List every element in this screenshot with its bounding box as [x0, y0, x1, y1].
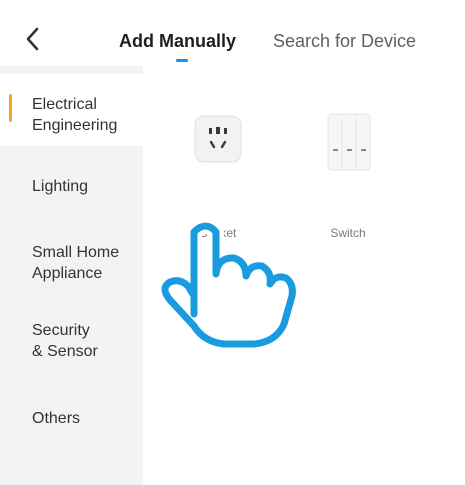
sidebar-item-label: Small Home Appliance [32, 244, 120, 282]
device-label: Switch [330, 226, 366, 240]
pointing-hand-icon [157, 218, 301, 352]
sidebar-item-label: Others [32, 410, 81, 427]
sidebar-item-security-sensor[interactable]: Security & Sensor [0, 314, 143, 374]
sidebar-item-label: Security & Sensor [32, 322, 98, 360]
chevron-left-icon [26, 27, 39, 51]
tab-search-for-device[interactable]: Search for Device [273, 30, 416, 52]
active-category-indicator [9, 94, 12, 122]
sidebar-item-lighting[interactable]: Lighting [0, 166, 143, 206]
add-device-screen: Add Manually Search for Device Electrica… [0, 0, 465, 485]
device-switch[interactable]: Switch [303, 100, 393, 250]
sidebar-item-label: Electrical Engineering [32, 96, 118, 134]
sidebar-item-others[interactable]: Others [0, 402, 143, 442]
active-tab-indicator [176, 59, 188, 62]
tab-add-manually[interactable]: Add Manually [119, 30, 236, 52]
sidebar-item-electrical-engineering[interactable]: Electrical Engineering [0, 74, 143, 146]
sidebar-item-label: Lighting [32, 178, 89, 195]
switch-icon [327, 113, 371, 171]
socket-icon [194, 115, 242, 163]
back-button[interactable] [18, 24, 48, 54]
category-sidebar: Electrical Engineering Lighting Small Ho… [0, 66, 143, 485]
header: Add Manually Search for Device [0, 0, 465, 66]
sidebar-item-small-home-appliance[interactable]: Small Home Appliance [0, 236, 143, 296]
